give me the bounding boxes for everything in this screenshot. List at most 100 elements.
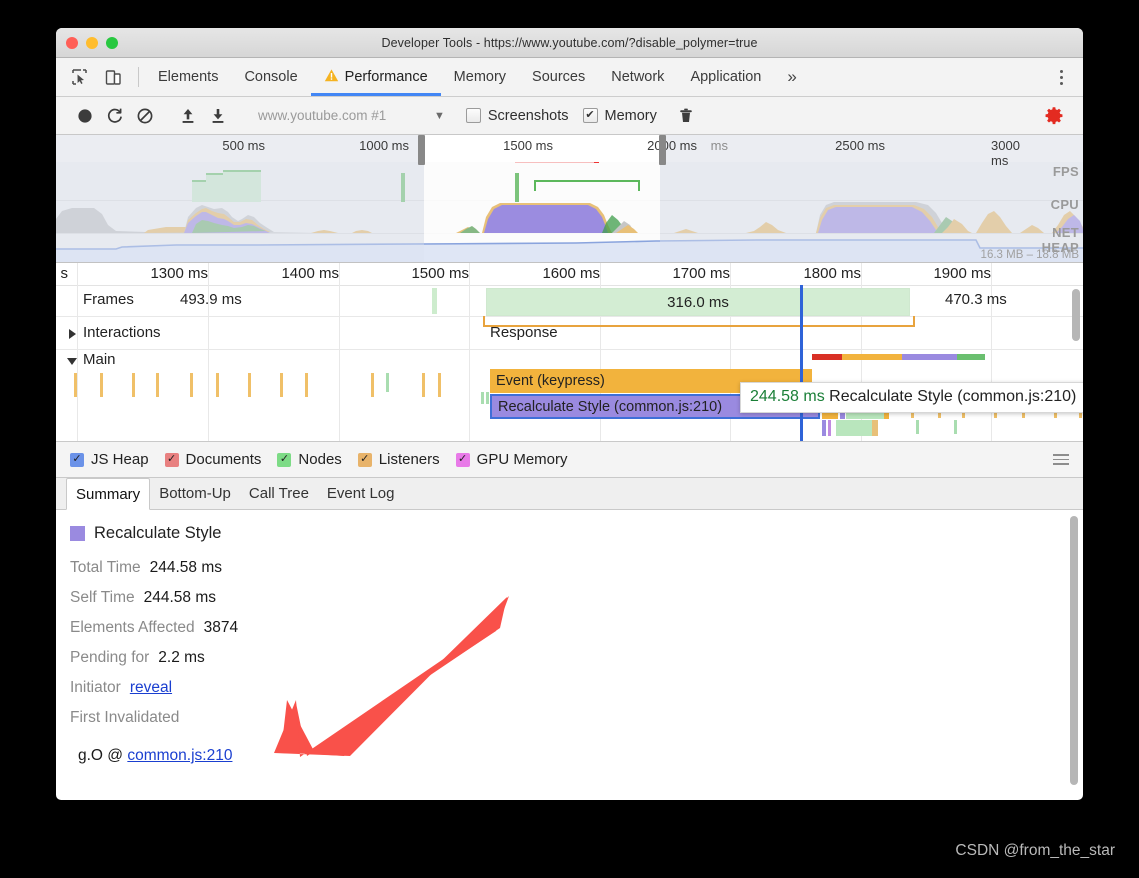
tab-overflow-button[interactable]: »	[774, 58, 809, 96]
window-traffic-lights	[66, 28, 118, 57]
summary-key-total-time: Total Time	[70, 559, 141, 576]
tabbar-right-group	[1034, 58, 1083, 96]
screenshots-checkbox-box	[465, 108, 481, 123]
hamburger-menu-icon[interactable]	[1053, 454, 1069, 465]
overview-tick-2: 1500 ms	[503, 138, 553, 153]
tracks-ruler[interactable]: s 1300 ms 1400 ms 1500 ms 1600 ms 1700 m…	[56, 263, 1083, 286]
overview-ruler[interactable]: 500 ms 1000 ms 1500 ms 2000 ms ms 2500 m…	[56, 135, 1083, 168]
tab-elements[interactable]: Elements	[145, 58, 231, 96]
inspect-element-icon[interactable]	[68, 66, 90, 88]
tracks-tick-4: 1700 ms	[672, 265, 730, 282]
device-toolbar-icon[interactable]	[102, 66, 124, 88]
interactions-row[interactable]: Interactions Response	[56, 316, 1083, 350]
legend-nodes[interactable]: ✓ Nodes	[277, 451, 342, 468]
summary-row-pending-for: Pending for 2.2 ms	[70, 649, 1083, 679]
tab-performance[interactable]: Performance	[310, 58, 441, 96]
tracks-scrollbar[interactable]	[1072, 289, 1080, 341]
tooltip-text: Recalculate Style (common.js:210)	[829, 388, 1077, 405]
memory-label: Memory	[604, 107, 657, 124]
screenshots-checkbox[interactable]: Screenshots	[465, 108, 569, 124]
summary-value-total-time: 244.58 ms	[149, 559, 223, 576]
tab-sources-label: Sources	[532, 69, 586, 85]
summary-key-first-invalidated: First Invalidated	[70, 709, 180, 726]
legend-js-heap-swatch: ✓	[70, 452, 84, 467]
flame-bar-recalculate-style-label: Recalculate Style (common.js:210)	[498, 398, 723, 415]
tab-call-tree[interactable]: Call Tree	[240, 478, 318, 509]
window-title: Developer Tools - https://www.youtube.co…	[381, 35, 758, 50]
flame-chart-tracks[interactable]: s 1300 ms 1400 ms 1500 ms 1600 ms 1700 m…	[56, 263, 1083, 442]
reload-and-record-button[interactable]	[100, 102, 130, 130]
devtools-tabbar: Elements Console Performance Memory Sour…	[56, 58, 1083, 97]
performance-controls-bar: www.youtube.com #1 ▼ Screenshots ✔ Memor…	[56, 97, 1083, 135]
load-profile-icon[interactable]	[173, 102, 203, 130]
summary-key-elements-affected: Elements Affected	[70, 619, 195, 636]
summary-value-elements-affected: 3874	[203, 619, 239, 636]
session-label: www.youtube.com #1	[258, 108, 387, 123]
tab-network[interactable]: Network	[598, 58, 677, 96]
overview-tick-1: 1000 ms	[359, 138, 409, 153]
tab-console[interactable]: Console	[231, 58, 310, 96]
band-label-fps: FPS	[1052, 164, 1079, 179]
session-selector[interactable]: www.youtube.com #1 ▼	[250, 108, 453, 123]
settings-gear-icon[interactable]	[1039, 102, 1069, 130]
tracks-tick-3: 1600 ms	[542, 265, 600, 282]
close-button[interactable]	[66, 36, 78, 49]
legend-nodes-swatch: ✓	[277, 452, 292, 467]
minimize-button[interactable]	[86, 36, 98, 49]
selection-handle-right[interactable]	[659, 135, 666, 165]
legend-js-heap[interactable]: ✓ JS Heap	[70, 451, 149, 468]
more-options-icon[interactable]	[1047, 69, 1075, 85]
overview-tick-0: 500 ms	[222, 138, 265, 153]
timeline-playhead[interactable]	[800, 285, 803, 441]
overview-tick-4: ms	[710, 138, 728, 153]
tab-network-label: Network	[611, 69, 665, 85]
clear-recording-button[interactable]	[130, 102, 160, 130]
record-button[interactable]	[70, 102, 100, 130]
summary-scrollbar[interactable]	[1070, 516, 1078, 785]
overview-timeline[interactable]: 500 ms 1000 ms 1500 ms 2000 ms ms 2500 m…	[56, 135, 1083, 263]
tab-event-log-label: Event Log	[326, 485, 395, 502]
main-expander-icon[interactable]	[67, 358, 77, 365]
tab-summary[interactable]: Summary	[66, 478, 151, 510]
collect-garbage-icon[interactable]	[671, 102, 701, 130]
selection-handle-left[interactable]	[418, 135, 425, 165]
summary-key-pending-for: Pending for	[70, 649, 150, 666]
memory-checkbox[interactable]: ✔ Memory	[582, 107, 657, 124]
stack-function-name: g.O @	[78, 747, 128, 764]
tab-elements-label: Elements	[158, 69, 219, 85]
tab-sources[interactable]: Sources	[519, 58, 598, 96]
tab-summary-label: Summary	[76, 485, 141, 503]
tab-bottom-up[interactable]: Bottom-Up	[150, 478, 240, 509]
stack-source-link[interactable]: common.js:210	[127, 747, 232, 764]
tab-event-log[interactable]: Event Log	[318, 478, 404, 509]
legend-documents[interactable]: ✓ Documents	[164, 451, 261, 468]
legend-listeners[interactable]: ✓ Listeners	[357, 451, 440, 468]
heap-range-label: 16.3 MB – 18.8 MB	[980, 249, 1079, 261]
legend-listeners-label: Listeners	[378, 451, 440, 468]
memory-checkbox-box: ✔	[582, 108, 598, 123]
summary-title-row: Recalculate Style	[70, 524, 1083, 543]
frames-entry-1[interactable]: 316.0 ms	[486, 288, 910, 316]
summary-row-total-time: Total Time 244.58 ms	[70, 559, 1083, 589]
main-label: Main	[83, 351, 116, 368]
flame-bar-event[interactable]: Event (keypress)	[490, 369, 750, 393]
tracks-tick-5: 1800 ms	[803, 265, 861, 282]
legend-gpu-memory[interactable]: ✓ GPU Memory	[455, 451, 568, 468]
tab-application[interactable]: Application	[677, 58, 774, 96]
frames-row[interactable]: Frames 493.9 ms 316.0 ms 470.3 ms	[56, 285, 1083, 317]
summary-link-reveal[interactable]: reveal	[130, 679, 172, 697]
tracks-tick-1: 1400 ms	[281, 265, 339, 282]
summary-key-initiator: Initiator	[70, 679, 121, 696]
tab-memory[interactable]: Memory	[441, 58, 519, 96]
summary-row-self-time: Self Time 244.58 ms	[70, 589, 1083, 619]
event-color-swatch	[70, 526, 85, 541]
screenshot-root: Developer Tools - https://www.youtube.co…	[0, 0, 1139, 878]
memory-counters-legend: ✓ JS Heap ✓ Documents ✓ Nodes ✓ Listener…	[56, 442, 1083, 478]
legend-gpu-memory-label: GPU Memory	[476, 451, 568, 468]
zoom-button[interactable]	[106, 36, 118, 49]
interactions-expander-icon[interactable]	[69, 329, 76, 339]
save-profile-icon[interactable]	[203, 102, 233, 130]
frames-entry-2: 470.3 ms	[945, 291, 1007, 308]
tab-application-label: Application	[690, 69, 762, 85]
summary-value-pending-for: 2.2 ms	[158, 649, 205, 666]
